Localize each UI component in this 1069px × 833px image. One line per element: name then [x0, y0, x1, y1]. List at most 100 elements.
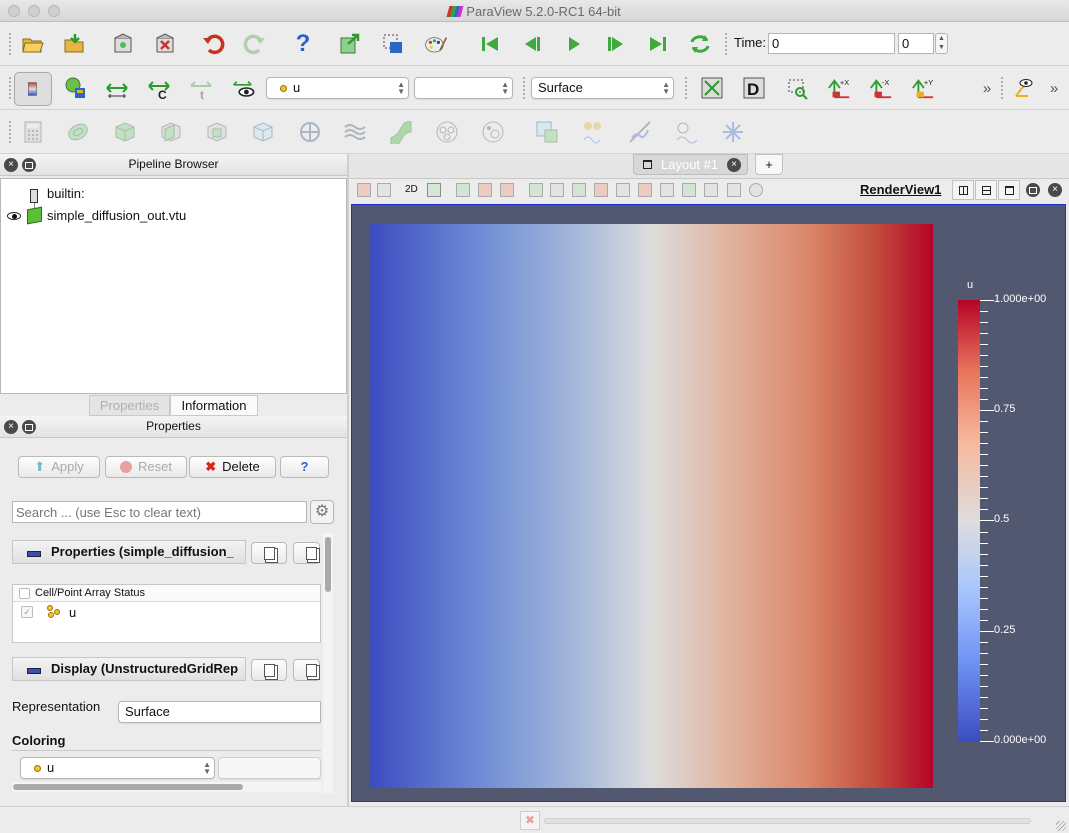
first-frame-icon[interactable]	[478, 32, 502, 56]
disconnect-icon[interactable]	[153, 32, 177, 56]
toolbar-grip[interactable]	[8, 32, 12, 56]
interactive-select-cells-icon[interactable]	[572, 183, 586, 197]
close-panel-icon[interactable]: ×	[4, 420, 18, 434]
toolbar-overflow-icon[interactable]: »	[975, 76, 999, 100]
plot-selection-over-time-icon[interactable]	[582, 120, 606, 144]
select-cells-on-icon[interactable]	[456, 183, 470, 197]
properties-section-header[interactable]: Properties (simple_diffusion_	[12, 540, 246, 564]
rescale-over-time-icon[interactable]: t	[189, 76, 213, 100]
select-points-on-icon[interactable]	[478, 183, 492, 197]
properties-search-input[interactable]	[12, 501, 307, 523]
close-panel-icon[interactable]: ×	[4, 158, 18, 172]
tab-properties[interactable]: Properties	[89, 395, 170, 416]
plot-over-line-icon[interactable]	[628, 120, 652, 144]
last-frame-icon[interactable]	[646, 32, 670, 56]
close-layout-icon[interactable]: ×	[727, 158, 741, 172]
advanced-properties-gear-icon[interactable]: ⚙	[310, 500, 334, 524]
d3-filter-icon[interactable]	[721, 120, 745, 144]
component-select[interactable]: ▲ ▼	[414, 77, 513, 99]
toolbar-grip[interactable]	[522, 76, 526, 100]
capture-screenshot-icon[interactable]	[357, 183, 371, 197]
pipeline-browser[interactable]: builtin: simple_diffusion_out.vtu	[0, 178, 347, 394]
toolbar-grip[interactable]	[8, 76, 12, 100]
color-palette-icon[interactable]	[421, 32, 451, 56]
undo-icon[interactable]	[201, 32, 225, 56]
open-file-icon[interactable]	[21, 32, 45, 56]
coloring-array-select[interactable]: u ▲ ▼	[20, 757, 215, 779]
copy-properties-button[interactable]	[251, 542, 287, 564]
camera-undo-icon[interactable]	[377, 183, 391, 197]
hover-points-icon[interactable]	[616, 183, 630, 197]
add-layout-button[interactable]: +	[755, 154, 783, 175]
delete-button[interactable]: ✖ Delete	[189, 456, 276, 478]
rescale-visible-range-icon[interactable]	[229, 76, 259, 100]
coloring-component-select[interactable]	[218, 757, 321, 779]
paste-properties-button[interactable]	[293, 542, 320, 564]
float-panel-icon[interactable]	[22, 158, 36, 172]
copy-display-button[interactable]	[251, 659, 287, 681]
toggle-color-legend-icon[interactable]	[14, 72, 52, 106]
array-checkbox[interactable]: ✓	[21, 606, 33, 618]
toolbar-grip[interactable]	[8, 120, 12, 144]
save-data-icon[interactable]	[63, 32, 87, 56]
apply-button[interactable]: ⬆ Apply	[18, 456, 100, 478]
shrink-selection-icon[interactable]	[682, 183, 696, 197]
clear-selection-icon[interactable]	[749, 183, 763, 197]
group-datasets-filter-icon[interactable]	[435, 120, 459, 144]
axes-grid-visibility-icon[interactable]	[1010, 76, 1034, 100]
hover-cells-icon[interactable]	[638, 183, 652, 197]
stream-tracer-filter-icon[interactable]	[343, 120, 367, 144]
time-index-spinbox[interactable]: 0	[898, 33, 934, 54]
select-points-frustum-icon[interactable]	[529, 183, 543, 197]
interactive-select-points-icon[interactable]	[594, 183, 608, 197]
plot-data-over-time-icon[interactable]	[675, 120, 699, 144]
toolbar-grip[interactable]	[684, 76, 688, 100]
representation-select[interactable]: Surface ▲ ▼	[531, 77, 674, 99]
find-data-rv-icon[interactable]	[727, 183, 741, 197]
rescale-to-data-range-icon[interactable]	[105, 76, 129, 100]
set-view-direction-minus-x-icon[interactable]: -X	[868, 76, 894, 100]
extract-subset-filter-icon[interactable]	[251, 120, 275, 144]
play-icon[interactable]	[562, 32, 586, 56]
set-view-direction-plus-y-icon[interactable]: +Y	[910, 76, 936, 100]
connect-icon[interactable]	[111, 32, 135, 56]
previous-frame-icon[interactable]	[520, 32, 544, 56]
cancel-progress-icon[interactable]: ✖	[520, 811, 540, 830]
clip-filter-icon[interactable]	[113, 120, 137, 144]
set-view-direction-plus-x-icon[interactable]: +X	[826, 76, 852, 100]
close-view-icon[interactable]: ×	[1048, 183, 1062, 197]
reset-camera-icon[interactable]	[700, 76, 724, 100]
split-vertical-icon[interactable]	[975, 180, 997, 200]
time-index-stepper[interactable]: ▲ ▼	[935, 33, 948, 54]
maximize-view-icon[interactable]	[998, 180, 1020, 200]
display-section-header[interactable]: Display (UnstructuredGridRep	[12, 657, 246, 681]
toolbar-grip[interactable]	[1000, 76, 1004, 100]
resize-grip-icon[interactable]	[1056, 821, 1066, 831]
split-horizontal-icon[interactable]	[952, 180, 974, 200]
slice-filter-icon[interactable]	[159, 120, 183, 144]
help-icon[interactable]: ?	[291, 32, 315, 56]
tab-information[interactable]: Information	[170, 395, 258, 416]
extract-level-filter-icon[interactable]	[481, 120, 505, 144]
grow-selection-icon[interactable]	[660, 183, 674, 197]
toggle-labels-icon[interactable]	[704, 183, 718, 197]
toggle-2d-3d-button[interactable]: 2D	[405, 184, 418, 195]
pipeline-item-simple-diffusion-out[interactable]: simple_diffusion_out.vtu	[47, 208, 186, 223]
properties-vertical-scrollbar[interactable]	[323, 533, 333, 793]
rescale-custom-range-icon[interactable]: C	[147, 76, 171, 100]
camera-link-icon[interactable]	[427, 183, 441, 197]
warp-by-vector-filter-icon[interactable]	[389, 120, 413, 144]
header-checkbox[interactable]	[19, 588, 30, 599]
calculator-filter-icon[interactable]	[21, 120, 45, 144]
loop-icon[interactable]	[688, 32, 712, 56]
visibility-eye-icon[interactable]	[7, 212, 21, 220]
extract-selection-icon[interactable]	[535, 120, 559, 144]
toolbar-overflow-icon[interactable]: »	[1042, 76, 1066, 100]
properties-horizontal-scrollbar[interactable]	[12, 782, 322, 792]
color-array-select[interactable]: u ▲ ▼	[266, 77, 409, 99]
zoom-to-data-icon[interactable]: D	[742, 76, 766, 100]
threshold-filter-icon[interactable]	[205, 120, 229, 144]
contour-filter-icon[interactable]	[66, 120, 90, 144]
find-data-icon[interactable]	[338, 32, 362, 56]
float-panel-icon[interactable]	[22, 420, 36, 434]
